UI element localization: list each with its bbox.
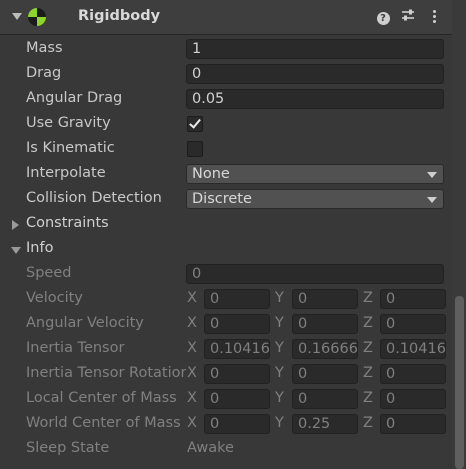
axis-y-label: Y <box>275 415 284 431</box>
inertia-tensor-x-field: 0.10416 <box>204 339 270 359</box>
world-center-of-mass-row: World Center of Mass X 0 Y 0.25 Z 0 <box>0 412 452 437</box>
inertia-tensor-rotation-row: Inertia Tensor Rotation X 0 Y 0 Z 0 <box>0 362 452 387</box>
angular-velocity-label: Angular Velocity <box>26 315 144 331</box>
angular-drag-row: Angular Drag 0.05 <box>0 87 452 112</box>
collision-detection-dropdown[interactable]: Discrete <box>186 189 444 209</box>
component-header[interactable]: Rigidbody ? <box>0 0 452 35</box>
is-kinematic-checkbox[interactable] <box>187 141 203 157</box>
velocity-label: Velocity <box>26 290 83 306</box>
velocity-x-field: 0 <box>204 289 270 309</box>
axis-x-label: X <box>187 315 197 331</box>
inertia-tensor-label: Inertia Tensor <box>26 340 125 356</box>
inertia-tensor-rotation-x-field: 0 <box>204 364 270 384</box>
is-kinematic-row: Is Kinematic <box>0 137 452 162</box>
scrollbar[interactable] <box>452 0 466 469</box>
world-center-of-mass-x-field: 0 <box>204 414 270 434</box>
axis-x-label: X <box>187 365 197 381</box>
speed-field: 0 <box>186 264 444 284</box>
drag-field[interactable]: 0 <box>186 64 444 84</box>
axis-y-label: Y <box>275 315 284 331</box>
inertia-tensor-y-field: 0.16666 <box>292 339 358 359</box>
sleep-state-row: Sleep State Awake <box>0 437 452 462</box>
angular-velocity-y-field: 0 <box>292 314 358 334</box>
interpolate-row: Interpolate None <box>0 162 452 187</box>
is-kinematic-label: Is Kinematic <box>26 140 115 156</box>
speed-row: Speed 0 <box>0 262 452 287</box>
use-gravity-row: Use Gravity <box>0 112 452 137</box>
local-center-of-mass-row: Local Center of Mass X 0 Y 0 Z 0 <box>0 387 452 412</box>
chevron-down-icon[interactable] <box>12 13 22 20</box>
angular-velocity-x-field: 0 <box>204 314 270 334</box>
use-gravity-checkbox[interactable] <box>187 116 203 132</box>
rigidbody-inspector: Rigidbody ? Mass 1 Drag 0 Angular Drag 0… <box>0 0 466 469</box>
axis-x-label: X <box>187 390 197 406</box>
constraints-label: Constraints <box>26 215 109 231</box>
angular-velocity-z-field: 0 <box>380 314 446 334</box>
axis-x-label: X <box>187 290 197 306</box>
chevron-right-icon[interactable] <box>12 220 19 230</box>
axis-y-label: Y <box>275 390 284 406</box>
speed-label: Speed <box>26 265 72 281</box>
presets-icon[interactable] <box>400 8 416 26</box>
interpolate-value: None <box>192 166 230 182</box>
mass-row: Mass 1 <box>0 37 452 62</box>
collision-detection-value: Discrete <box>192 191 252 207</box>
kebab-menu-icon[interactable] <box>426 8 442 26</box>
inertia-tensor-rotation-z-field: 0 <box>380 364 446 384</box>
info-foldout[interactable]: Info <box>0 237 452 262</box>
use-gravity-label: Use Gravity <box>26 115 111 131</box>
axis-z-label: Z <box>363 415 373 431</box>
local-center-of-mass-z-field: 0 <box>380 389 446 409</box>
axis-z-label: Z <box>363 290 373 306</box>
axis-y-label: Y <box>275 290 284 306</box>
mass-label: Mass <box>26 40 63 56</box>
drag-label: Drag <box>26 65 62 81</box>
scrollbar-thumb[interactable] <box>455 296 464 469</box>
axis-z-label: Z <box>363 340 373 356</box>
angular-velocity-row: Angular Velocity X 0 Y 0 Z 0 <box>0 312 452 337</box>
collision-detection-label: Collision Detection <box>26 190 162 206</box>
local-center-of-mass-y-field: 0 <box>292 389 358 409</box>
drag-row: Drag 0 <box>0 62 452 87</box>
inertia-tensor-z-field: 0.10416 <box>380 339 446 359</box>
axis-y-label: Y <box>275 365 284 381</box>
sleep-state-label: Sleep State <box>26 440 110 456</box>
angular-drag-label: Angular Drag <box>26 90 123 106</box>
chevron-down-icon[interactable] <box>11 247 21 254</box>
velocity-row: Velocity X 0 Y 0 Z 0 <box>0 287 452 312</box>
inertia-tensor-rotation-y-field: 0 <box>292 364 358 384</box>
dropdown-arrow-icon <box>427 172 437 178</box>
interpolate-dropdown[interactable]: None <box>186 164 444 184</box>
constraints-foldout[interactable]: Constraints <box>0 212 452 237</box>
interpolate-label: Interpolate <box>26 165 106 181</box>
inertia-tensor-row: Inertia Tensor X 0.10416 Y 0.16666 Z 0.1… <box>0 337 452 362</box>
checkmark-icon <box>189 116 201 129</box>
inertia-tensor-rotation-label: Inertia Tensor Rotation <box>26 365 186 381</box>
component-title: Rigidbody <box>78 8 161 24</box>
local-center-of-mass-x-field: 0 <box>204 389 270 409</box>
sleep-state-value: Awake <box>187 440 234 456</box>
rigidbody-icon <box>28 8 46 26</box>
world-center-of-mass-z-field: 0 <box>380 414 446 434</box>
dropdown-arrow-icon <box>427 197 437 203</box>
help-icon[interactable]: ? <box>375 8 391 26</box>
angular-drag-field[interactable]: 0.05 <box>186 89 444 109</box>
collision-detection-row: Collision Detection Discrete <box>0 187 452 212</box>
velocity-y-field: 0 <box>292 289 358 309</box>
info-label: Info <box>26 240 54 256</box>
velocity-z-field: 0 <box>380 289 446 309</box>
axis-x-label: X <box>187 415 197 431</box>
axis-z-label: Z <box>363 390 373 406</box>
axis-y-label: Y <box>275 340 284 356</box>
world-center-of-mass-y-field: 0.25 <box>292 414 358 434</box>
axis-z-label: Z <box>363 315 373 331</box>
local-center-of-mass-label: Local Center of Mass <box>26 390 177 406</box>
axis-z-label: Z <box>363 365 373 381</box>
axis-x-label: X <box>187 340 197 356</box>
world-center-of-mass-label: World Center of Mass <box>26 415 181 431</box>
mass-field[interactable]: 1 <box>186 39 444 59</box>
